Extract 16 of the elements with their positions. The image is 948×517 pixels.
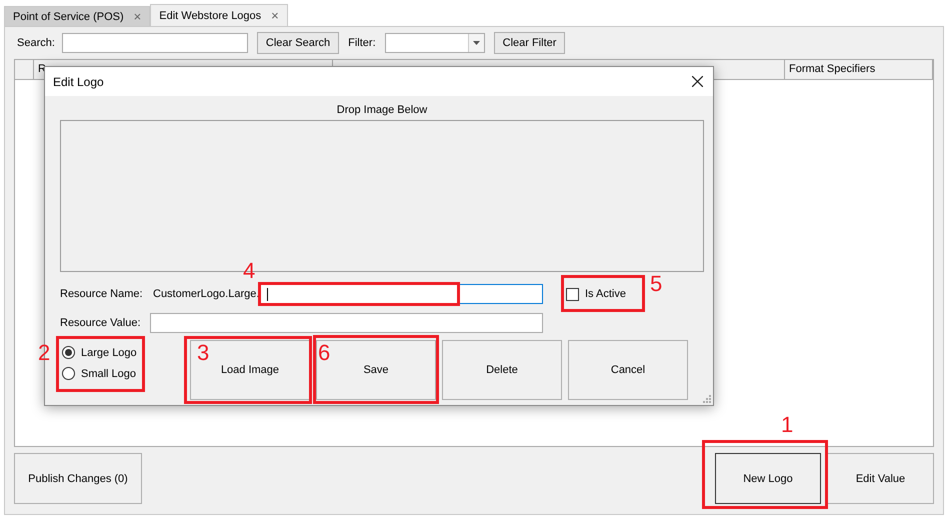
annotation-number: 4 [243,260,256,282]
resource-prefix: CustomerLogo.Large. [152,288,258,300]
resource-name-label: Resource Name: [60,288,144,300]
drop-label: Drop Image Below [336,104,428,116]
annotation-number: 2 [38,342,50,364]
resource-value-label: Resource Value: [60,317,142,329]
search-label: Search: [17,37,55,49]
checkbox-label: Is Active [585,288,626,300]
radio-label: Large Logo [81,346,137,358]
annotation-number: 6 [318,342,330,364]
annotation-number: 1 [781,414,794,436]
annotation-number: 5 [650,273,662,295]
radio-label: Small Logo [81,368,136,380]
dialog-title: Edit Logo [53,74,104,88]
filter-label: Filter: [348,37,376,49]
annotation-number: 3 [197,342,210,364]
